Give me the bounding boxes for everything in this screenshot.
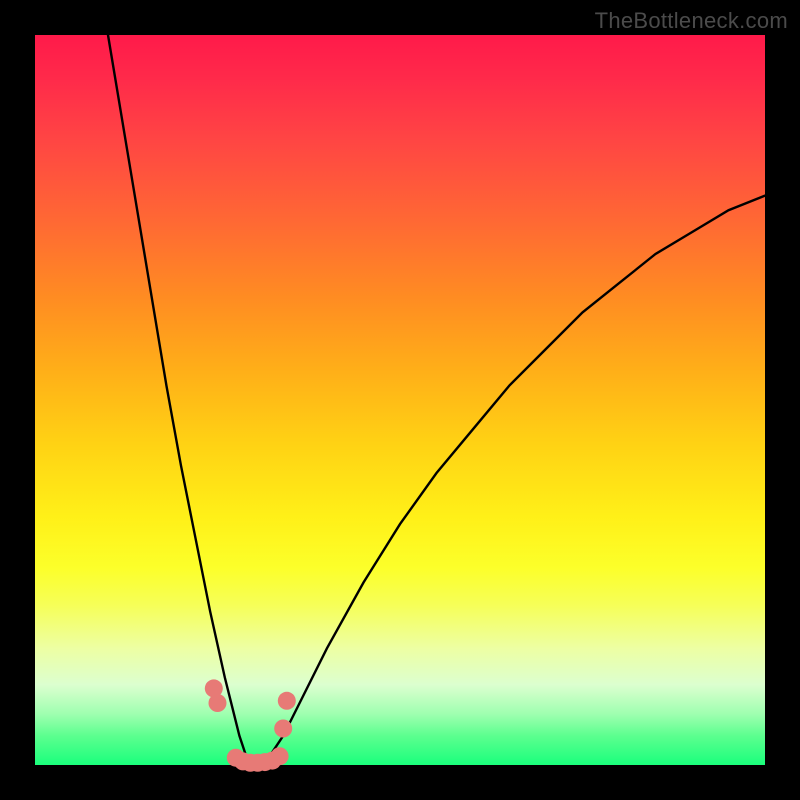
marker-dot [271,747,289,765]
marker-group [205,679,296,771]
chart-svg [35,35,765,765]
curve-path [108,35,765,765]
plot-area [35,35,765,765]
marker-dot [274,720,292,738]
watermark-text: TheBottleneck.com [595,8,788,34]
marker-dot [278,692,296,710]
marker-dot [209,694,227,712]
chart-frame: TheBottleneck.com [0,0,800,800]
